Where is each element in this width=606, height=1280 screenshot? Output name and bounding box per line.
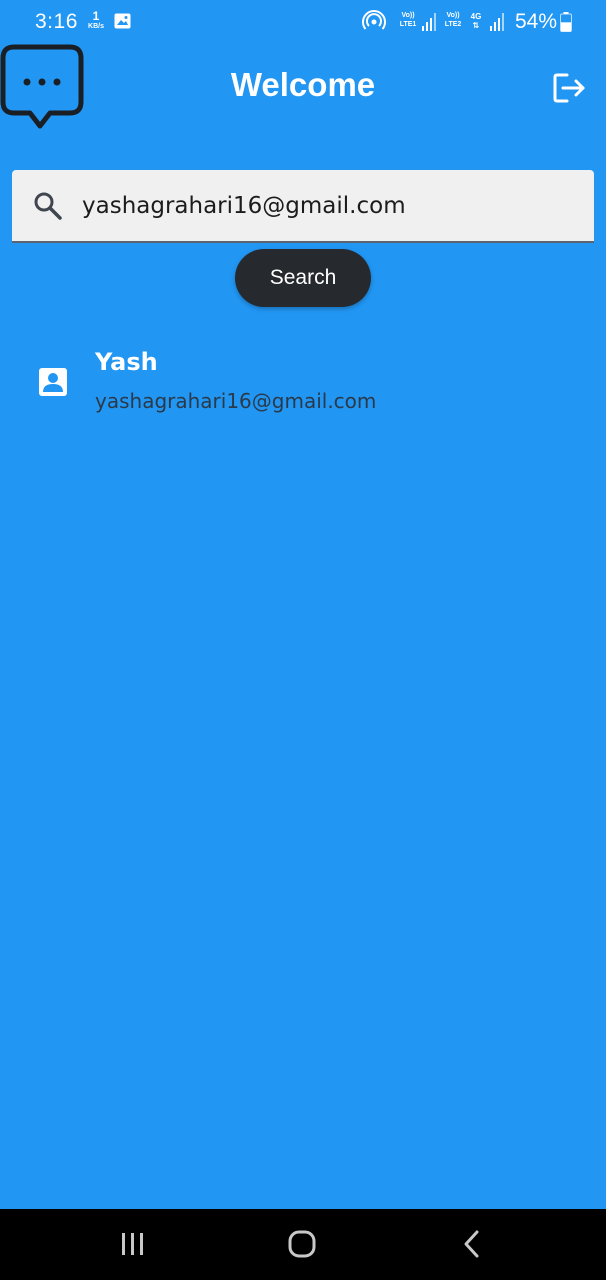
network-type: 4G ⇅ (470, 12, 482, 30)
network-speed-value: 1 (92, 9, 100, 23)
search-icon (34, 192, 62, 220)
status-bar: 3:16 1 KB/s Vo)) LTE1 Vo)) LTE2 4G ⇅ 54% (0, 0, 606, 46)
recent-apps-icon[interactable] (118, 1231, 148, 1257)
logout-icon[interactable] (552, 72, 586, 104)
contact-name: Yash (95, 348, 158, 376)
home-icon[interactable] (287, 1229, 317, 1259)
app-screen: 3:16 1 KB/s Vo)) LTE1 Vo)) LTE2 4G ⇅ 54%… (0, 0, 606, 1280)
sim2-label: Vo)) LTE2 (441, 11, 465, 29)
network-speed: 1 KB/s (85, 10, 107, 30)
contact-email: yashagrahari16@gmail.com (95, 389, 377, 413)
status-time: 3:16 (35, 10, 78, 33)
hotspot-icon (362, 10, 386, 30)
sim1-volte: Vo)) (401, 12, 415, 19)
signal-icon (490, 13, 504, 31)
gallery-icon (114, 13, 131, 29)
page-title: Welcome (230, 66, 376, 103)
search-input[interactable] (82, 184, 572, 228)
sim1-label: Vo)) LTE1 (396, 11, 420, 29)
back-icon[interactable] (459, 1229, 485, 1259)
list-item[interactable]: Yash yashagrahari16@gmail.com (0, 338, 606, 428)
network-type-label: 4G (470, 12, 482, 21)
signal-icon (422, 13, 436, 31)
sim1-lte: LTE1 (399, 21, 417, 28)
contact-icon (39, 368, 67, 396)
search-field[interactable] (12, 170, 594, 243)
battery-percent: 54% (515, 10, 558, 33)
search-button[interactable]: Search (235, 249, 371, 307)
battery-icon (560, 12, 572, 32)
sim2-lte: LTE2 (444, 21, 462, 28)
navigation-bar (0, 1209, 606, 1280)
sim2-volte: Vo)) (446, 12, 460, 19)
network-speed-unit: KB/s (88, 23, 104, 30)
